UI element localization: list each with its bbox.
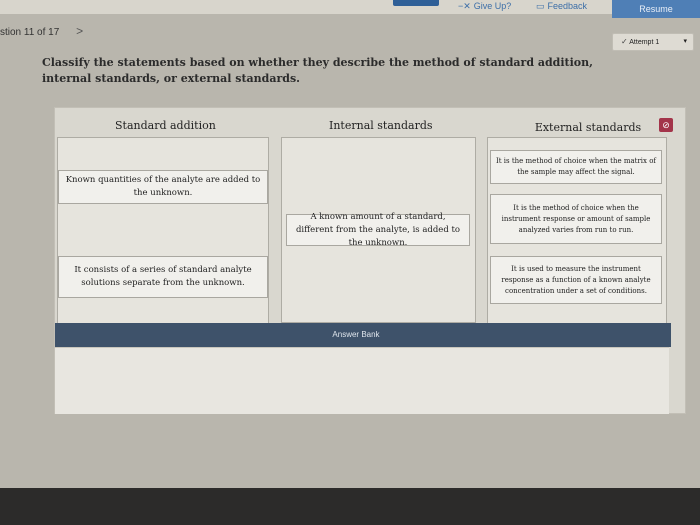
column-header-internal-standards: Internal standards [329, 119, 433, 132]
answer-bank-area[interactable] [55, 347, 669, 414]
give-up-label: Give Up? [473, 1, 512, 11]
give-up-button[interactable]: −✕ Give Up? [458, 0, 511, 12]
question-prompt: Classify the statements based on whether… [42, 56, 593, 85]
dropzone-external-standards[interactable]: It is the method of choice when the matr… [487, 137, 667, 329]
dropzone-internal-standards[interactable]: A known amount of a standard, different … [281, 137, 476, 323]
feedback-button[interactable]: ▭ Feedback [536, 0, 587, 12]
resume-button[interactable]: Resume [612, 0, 700, 18]
resources-tab[interactable] [393, 0, 439, 6]
feedback-label: Feedback [547, 1, 588, 11]
answer-card[interactable]: It consists of a series of standard anal… [58, 256, 268, 298]
question-counter-label: stion 11 of 17 [0, 27, 60, 38]
classification-panel: Standard addition Internal standards Ext… [54, 107, 686, 414]
top-toolbar: −✕ Give Up? ▭ Feedback Resume [0, 0, 700, 18]
question-counter: stion 11 of 17 > [0, 24, 83, 38]
answer-bank-header: Answer Bank [55, 323, 671, 347]
answer-card[interactable]: It is the method of choice when the inst… [490, 194, 662, 244]
attempt-label: Attempt 1 [629, 39, 660, 46]
attempt-dropdown[interactable]: ✓ Attempt 1 ▾ [612, 33, 694, 51]
answer-card[interactable]: It is used to measure the instrument res… [490, 256, 662, 304]
chevron-down-icon: ▾ [683, 38, 687, 45]
next-question-icon[interactable]: > [76, 24, 83, 38]
desk-edge [0, 488, 700, 525]
comment-icon: ▭ [536, 1, 545, 11]
answer-card[interactable]: Known quantities of the analyte are adde… [58, 170, 268, 204]
check-circle-icon: ✓ [621, 37, 628, 46]
dropzone-standard-addition[interactable]: Known quantities of the analyte are adde… [57, 137, 269, 327]
column-header-standard-addition: Standard addition [115, 119, 216, 132]
reset-icon[interactable]: ⊘ [659, 118, 673, 132]
answer-card[interactable]: A known amount of a standard, different … [286, 212, 470, 248]
answer-card[interactable]: It is the method of choice when the matr… [490, 150, 662, 184]
column-header-external-standards: External standards [534, 121, 642, 134]
x-icon: −✕ [458, 1, 471, 11]
